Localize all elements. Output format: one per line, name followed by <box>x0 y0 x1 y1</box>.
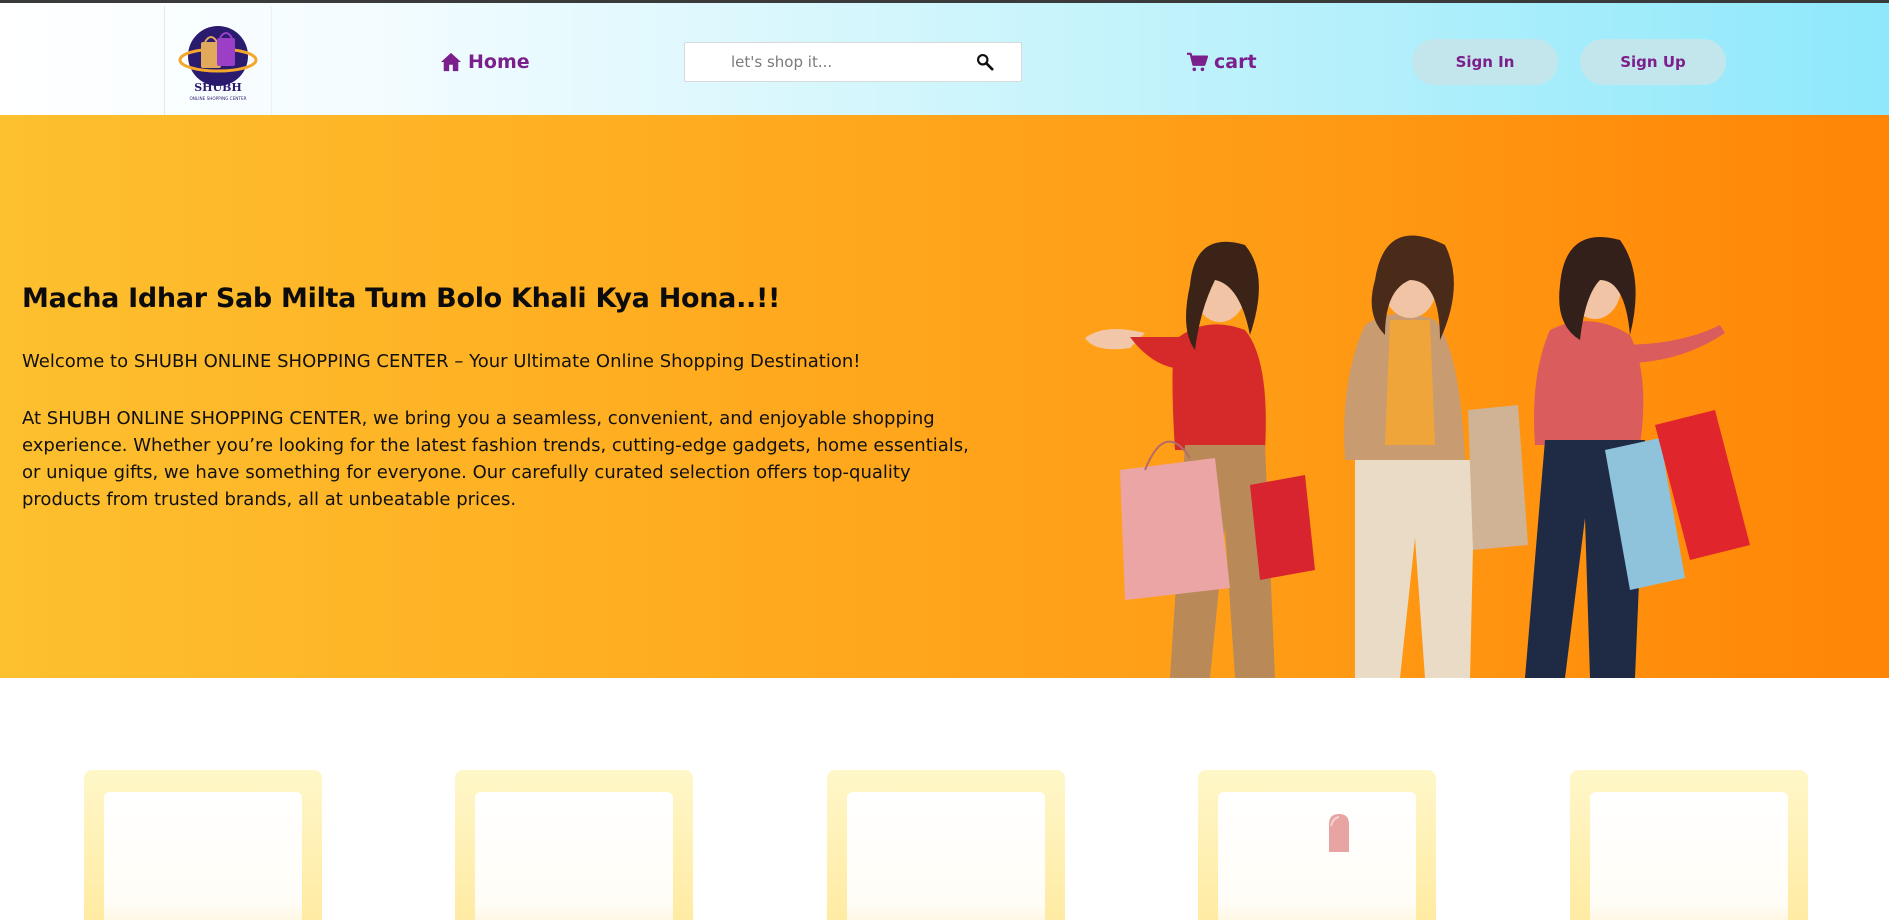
shopper-left <box>1085 241 1315 678</box>
cart-icon <box>1187 52 1208 72</box>
shopping-bags-globe-logo-icon: SHUBH ONLINE SHOPPING CENTER <box>178 26 258 101</box>
search-box <box>684 42 1022 82</box>
product-cards-row <box>0 770 1889 920</box>
product-card[interactable] <box>1570 770 1808 920</box>
shopper-right <box>1525 237 1750 678</box>
hero-title: Macha Idhar Sab Milta Tum Bolo Khali Kya… <box>22 283 781 314</box>
product-image <box>1590 792 1788 920</box>
search-input[interactable] <box>685 43 965 81</box>
home-icon <box>441 52 461 72</box>
hero-description: At SHUBH ONLINE SHOPPING CENTER, we brin… <box>22 408 969 510</box>
product-image <box>104 792 302 920</box>
nav-cart-link[interactable]: cart <box>1186 49 1257 75</box>
sign-up-button[interactable]: Sign Up <box>1580 39 1726 85</box>
product-card[interactable] <box>84 770 322 920</box>
nav-home-link[interactable]: Home <box>440 49 530 75</box>
product-image <box>475 792 673 920</box>
search-icon <box>976 53 994 71</box>
nav-cart-label: cart <box>1214 51 1257 73</box>
hero-welcome-text: Welcome to SHUBH ONLINE SHOPPING CENTER … <box>22 351 861 372</box>
shopper-middle <box>1344 235 1528 678</box>
logo-tagline: ONLINE SHOPPING CENTER <box>189 96 246 101</box>
nav-home-label: Home <box>468 51 530 73</box>
sign-in-button[interactable]: Sign In <box>1412 39 1558 85</box>
product-card[interactable] <box>455 770 693 920</box>
logo-brand-text: SHUBH <box>194 81 242 94</box>
product-image <box>847 792 1045 920</box>
search-button[interactable] <box>957 43 1013 81</box>
hero-shoppers-image <box>1085 235 1750 678</box>
product-image <box>1218 792 1416 920</box>
navbar: SHUBH ONLINE SHOPPING CENTER Home cart S… <box>0 0 1889 116</box>
hero-banner: Macha Idhar Sab Milta Tum Bolo Khali Kya… <box>0 115 1889 678</box>
site-logo[interactable]: SHUBH ONLINE SHOPPING CENTER <box>164 6 272 116</box>
product-card[interactable] <box>827 770 1065 920</box>
product-card[interactable] <box>1198 770 1436 920</box>
lipstick-icon <box>1329 814 1349 852</box>
